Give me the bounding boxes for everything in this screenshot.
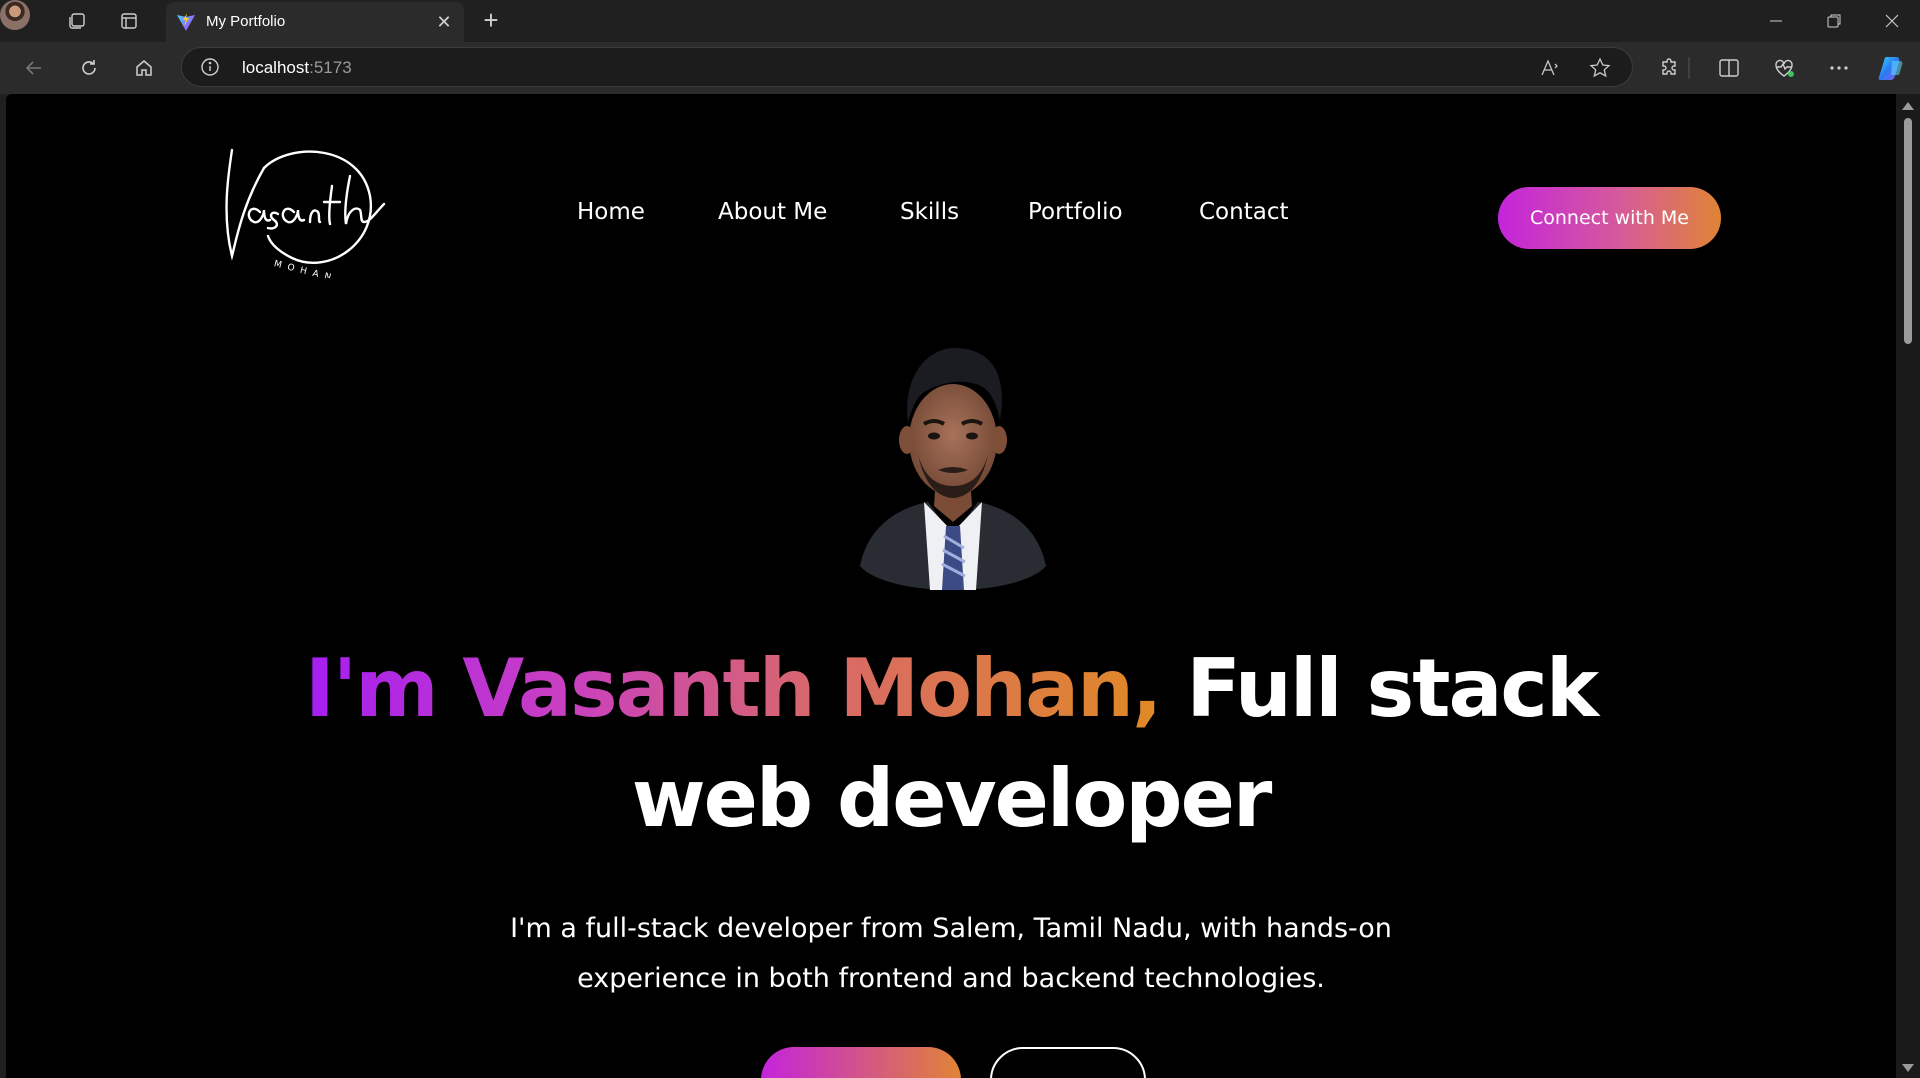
more-options-icon[interactable] xyxy=(1824,54,1854,82)
scroll-down-arrow-icon[interactable] xyxy=(1902,1064,1914,1072)
vasanth-mohan-signature-logo[interactable]: MOHAN xyxy=(220,146,396,278)
hero-subtitle: I'm a full-stack developer from Salem, T… xyxy=(6,904,1896,1004)
vertical-tabs-icon[interactable] xyxy=(114,6,144,36)
hero-subtitle-line2: experience in both frontend and backend … xyxy=(577,963,1325,994)
copilot-icon[interactable] xyxy=(1877,54,1907,82)
hero-subtitle-line1: I'm a full-stack developer from Salem, T… xyxy=(510,913,1392,944)
tab-title: My Portfolio xyxy=(206,13,286,30)
close-tab-icon[interactable]: ✕ xyxy=(432,10,456,34)
active-tab[interactable]: My Portfolio ✕ xyxy=(166,2,464,42)
browser-tab-bar: My Portfolio ✕ + xyxy=(0,0,1920,42)
hero-role-part1: Full stack xyxy=(1186,642,1599,735)
reload-icon[interactable] xyxy=(71,52,107,84)
page-scrollbar[interactable] xyxy=(1896,94,1920,1078)
hero-headline: I'm Vasanth Mohan, Full stack web develo… xyxy=(6,634,1896,854)
nav-about-me[interactable]: About Me xyxy=(718,199,827,225)
restore-icon[interactable] xyxy=(1806,0,1862,42)
hero-role-part2: web developer xyxy=(631,752,1273,845)
url-text[interactable]: localhost:5173 xyxy=(242,58,352,78)
new-tab-icon[interactable]: + xyxy=(476,6,506,36)
scrollbar-thumb[interactable] xyxy=(1904,118,1912,344)
address-bar[interactable]: localhost:5173 xyxy=(181,47,1633,87)
browser-essentials-icon[interactable] xyxy=(1769,54,1799,82)
hero-resume-button[interactable] xyxy=(990,1047,1146,1078)
home-icon[interactable] xyxy=(126,52,162,84)
url-host: localhost xyxy=(242,58,310,77)
back-icon[interactable] xyxy=(16,52,52,84)
hero-name-highlight: I'm Vasanth Mohan, xyxy=(304,642,1162,735)
nav-portfolio[interactable]: Portfolio xyxy=(1028,199,1123,225)
toolbar-divider xyxy=(1684,54,1694,82)
extensions-icon[interactable] xyxy=(1655,54,1685,82)
connect-with-me-button[interactable]: Connect with Me xyxy=(1498,187,1721,249)
url-port: :5173 xyxy=(309,58,352,77)
minimize-icon[interactable] xyxy=(1748,0,1804,42)
page-viewport: MOHAN Home About Me Skills Portfolio Con… xyxy=(6,94,1896,1078)
nav-contact[interactable]: Contact xyxy=(1199,199,1288,225)
close-window-icon[interactable] xyxy=(1864,0,1920,42)
profile-photo xyxy=(860,347,1046,590)
read-aloud-icon[interactable] xyxy=(1538,56,1564,80)
favorite-star-icon[interactable] xyxy=(1587,56,1613,80)
nav-home[interactable]: Home xyxy=(577,199,645,225)
profile-avatar-icon[interactable] xyxy=(0,0,30,30)
scroll-up-arrow-icon[interactable] xyxy=(1902,102,1914,110)
site-info-icon[interactable] xyxy=(200,57,220,77)
nav-skills[interactable]: Skills xyxy=(900,199,959,225)
hero-connect-button[interactable] xyxy=(761,1047,961,1078)
vite-favicon-icon xyxy=(177,13,195,31)
browser-toolbar: localhost:5173 xyxy=(0,42,1920,94)
workspaces-icon[interactable] xyxy=(62,6,92,36)
split-screen-icon[interactable] xyxy=(1714,54,1744,82)
